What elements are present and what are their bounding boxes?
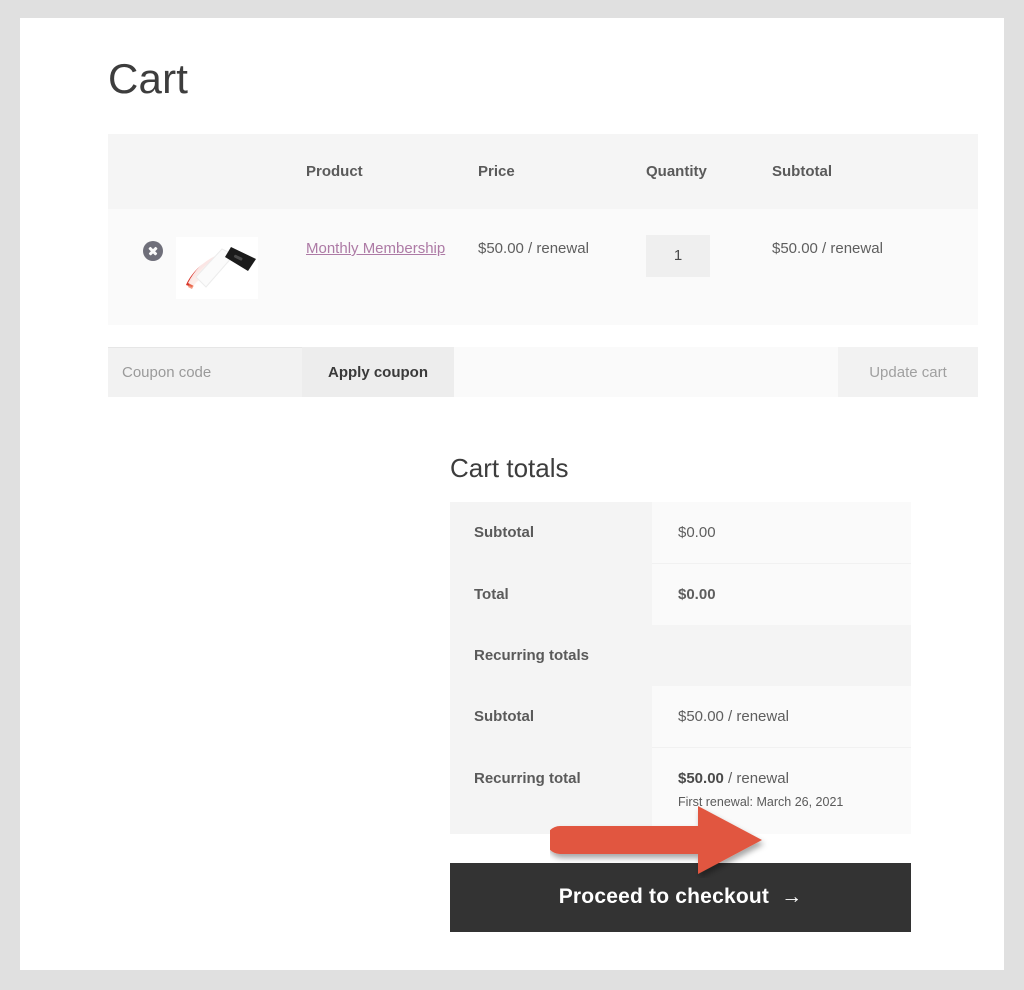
- cart-table: Product Price Quantity Subtotal: [108, 134, 978, 325]
- table-row: Monthly Membership $50.00 / renewal $50.…: [108, 209, 978, 325]
- totals-row-subtotal: Subtotal $0.00: [450, 502, 911, 564]
- product-name-link[interactable]: Monthly Membership: [306, 240, 445, 257]
- totals-value-recurring-totals: [652, 625, 911, 686]
- totals-label-total: Total: [450, 564, 652, 626]
- totals-label-recurring-total: Recurring total: [450, 748, 652, 834]
- cart-cell-remove: [108, 209, 176, 325]
- cart-header-quantity: Quantity: [646, 134, 772, 209]
- page-title: Cart: [108, 38, 978, 134]
- cart-table-body: Monthly Membership $50.00 / renewal $50.…: [108, 209, 978, 325]
- remove-circle-x-icon[interactable]: [143, 241, 163, 261]
- totals-row-recurring-subtotal: Subtotal $50.00 / renewal: [450, 686, 911, 748]
- cart-cell-quantity: [646, 209, 772, 325]
- cart-header-thumbnail: [176, 134, 306, 209]
- cart-header-product: Product: [306, 134, 478, 209]
- cart-totals-title: Cart totals: [450, 455, 911, 481]
- cart-header-remove: [108, 134, 176, 209]
- totals-row-recurring-total: Recurring total $50.00 / renewal First r…: [450, 748, 911, 834]
- cart-totals-table: Subtotal $0.00 Total $0.00 Recurring tot…: [450, 502, 911, 834]
- page-card: Cart Product Price Quantity Subtotal: [20, 18, 1004, 970]
- cart-table-header: Product Price Quantity Subtotal: [108, 134, 978, 209]
- apply-coupon-button[interactable]: Apply coupon: [302, 347, 454, 397]
- cart-cell-thumbnail: [176, 209, 306, 325]
- update-cart-button[interactable]: Update cart: [838, 347, 978, 397]
- cart-cell-subtotal: $50.00 / renewal: [772, 209, 978, 325]
- coupon-spacer: [454, 347, 838, 397]
- totals-label-recurring-subtotal: Subtotal: [450, 686, 652, 748]
- cart-cell-product: Monthly Membership: [306, 209, 478, 325]
- totals-value-subtotal: $0.00: [652, 502, 911, 564]
- cart-totals-section: Cart totals Subtotal $0.00 Total $0.00 R…: [450, 455, 911, 932]
- recurring-total-period: / renewal: [724, 770, 789, 787]
- cart-header-row: Product Price Quantity Subtotal: [108, 134, 978, 209]
- cart-cell-price: $50.00 / renewal: [478, 209, 646, 325]
- totals-value-total: $0.00: [652, 564, 911, 626]
- totals-value-recurring-subtotal: $50.00 / renewal: [652, 686, 911, 748]
- totals-label-subtotal: Subtotal: [450, 502, 652, 564]
- totals-row-total: Total $0.00: [450, 564, 911, 626]
- cart-header-price: Price: [478, 134, 646, 209]
- proceed-to-checkout-button[interactable]: Proceed to checkout →: [450, 863, 911, 932]
- page-content: Cart Product Price Quantity Subtotal: [108, 38, 978, 397]
- totals-value-recurring-total: $50.00 / renewal First renewal: March 26…: [652, 748, 911, 834]
- coupon-code-input[interactable]: [108, 347, 302, 397]
- coupon-row: Apply coupon Update cart: [108, 347, 978, 397]
- recurring-total-amount: $50.00: [678, 770, 724, 787]
- product-thumbnail[interactable]: [176, 237, 258, 299]
- quantity-input[interactable]: [646, 235, 710, 277]
- first-renewal-note: First renewal: March 26, 2021: [678, 794, 911, 812]
- arrow-right-icon: →: [781, 885, 802, 908]
- totals-row-recurring-heading: Recurring totals: [450, 625, 911, 686]
- totals-label-recurring-totals: Recurring totals: [450, 625, 652, 686]
- checkout-label: Proceed to checkout: [559, 885, 769, 908]
- cart-header-subtotal: Subtotal: [772, 134, 978, 209]
